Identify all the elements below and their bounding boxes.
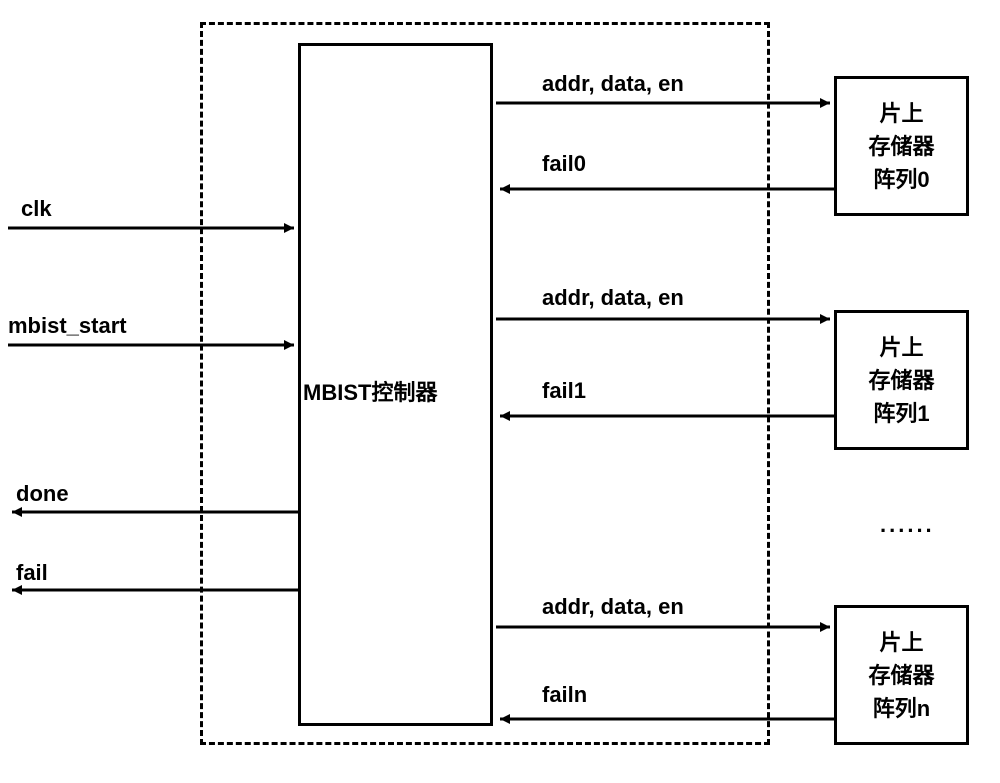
arrows-layer bbox=[0, 0, 1000, 783]
